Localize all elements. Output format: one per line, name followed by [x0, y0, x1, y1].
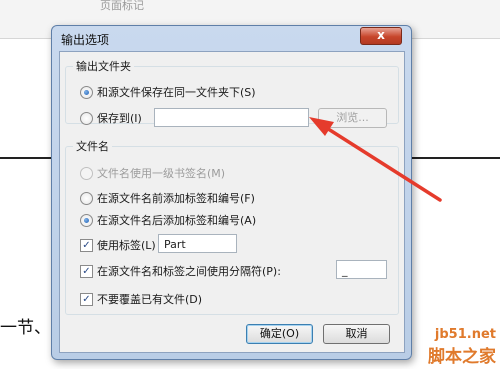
- use-tag-label: 使用标签(L): [97, 239, 156, 252]
- tag-input[interactable]: Part: [158, 234, 237, 253]
- save-to-label: 保存到(I): [97, 112, 142, 125]
- watermark: jb51.net 脚本之家: [428, 327, 496, 367]
- no-overwrite-label: 不要覆盖已有文件(D): [97, 293, 203, 306]
- radio-save-to-control[interactable]: [80, 111, 93, 125]
- prefix-tag-label: 在源文件名前添加标签和编号(F): [97, 192, 255, 205]
- close-button[interactable]: x: [360, 27, 402, 45]
- ok-button[interactable]: 确定(O): [246, 324, 313, 344]
- dialog-client-area: 输出文件夹 和源文件保存在同一文件夹下(S) 保存到(I) 浏览... 文件名 …: [59, 51, 405, 353]
- radio-prefix-tag-control[interactable]: [80, 191, 93, 205]
- checkbox-use-separator-control[interactable]: ✓: [80, 264, 93, 278]
- checkbox-use-tag[interactable]: ✓ 使用标签(L): [80, 237, 156, 253]
- checkbox-no-overwrite-control[interactable]: ✓: [80, 292, 93, 306]
- radio-suffix-tag[interactable]: 在源文件名后添加标签和编号(A): [80, 212, 256, 228]
- radio-use-bookmark-control[interactable]: [80, 166, 93, 180]
- radio-use-bookmark[interactable]: 文件名使用一级书签名(M): [80, 165, 225, 181]
- radio-same-folder-control[interactable]: [80, 85, 93, 99]
- radio-prefix-tag[interactable]: 在源文件名前添加标签和编号(F): [80, 190, 255, 206]
- close-icon: x: [377, 28, 385, 42]
- checkbox-use-separator[interactable]: ✓ 在源文件名和标签之间使用分隔符(P):: [80, 263, 281, 279]
- same-folder-label: 和源文件保存在同一文件夹下(S): [97, 86, 256, 99]
- radio-same-folder[interactable]: 和源文件保存在同一文件夹下(S): [80, 84, 256, 100]
- radio-suffix-tag-control[interactable]: [80, 213, 93, 227]
- output-folder-legend: 输出文件夹: [76, 60, 131, 73]
- watermark-line2: 脚本之家: [428, 347, 496, 367]
- separator-input[interactable]: _: [336, 260, 387, 279]
- browse-button[interactable]: 浏览...: [318, 108, 387, 128]
- watermark-line1: jb51.net: [434, 327, 496, 342]
- dialog-title: 输出选项: [61, 33, 110, 47]
- checkbox-no-overwrite[interactable]: ✓ 不要覆盖已有文件(D): [80, 291, 202, 307]
- filename-legend: 文件名: [76, 140, 109, 153]
- separator-label: 在源文件名和标签之间使用分隔符(P):: [97, 265, 281, 278]
- output-options-dialog: 输出选项 x 输出文件夹 和源文件保存在同一文件夹下(S) 保存到(I) 浏览.…: [51, 25, 412, 360]
- document-text: 一节、: [0, 318, 51, 338]
- dialog-titlebar[interactable]: 输出选项 x: [52, 26, 411, 50]
- save-path-input[interactable]: [154, 108, 309, 127]
- suffix-tag-label: 在源文件名后添加标签和编号(A): [97, 214, 257, 227]
- cancel-button[interactable]: 取消: [323, 324, 390, 344]
- checkbox-use-tag-control[interactable]: ✓: [80, 238, 93, 252]
- radio-save-to[interactable]: 保存到(I): [80, 110, 142, 126]
- use-bookmark-label: 文件名使用一级书签名(M): [97, 167, 226, 180]
- toolbar-label: 页面标记: [100, 0, 144, 12]
